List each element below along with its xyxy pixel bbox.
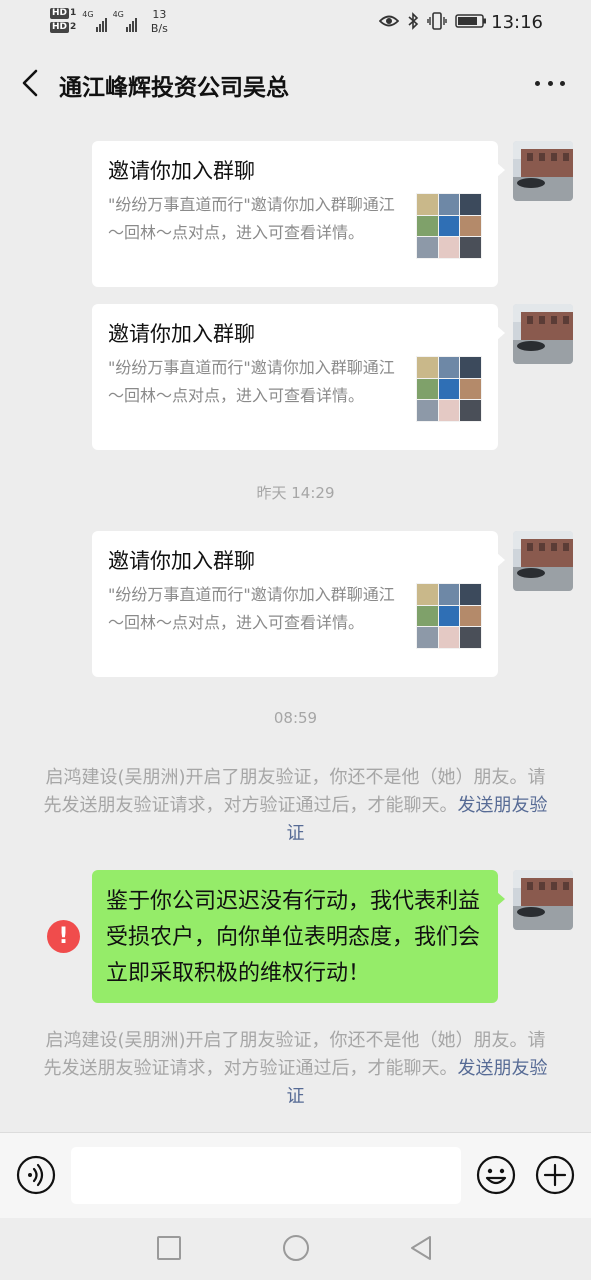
card-title: 邀请你加入群聊	[108, 322, 255, 346]
message-timestamp: 08:59	[273, 709, 318, 727]
avatar-image	[513, 531, 573, 591]
plus-icon	[535, 1155, 575, 1195]
avatar-image	[513, 304, 573, 364]
group-invite-card[interactable]: 邀请你加入群聊 "纷纷万事直道而行"邀请你加入群聊通江～回林～点对点，进入可查看…	[92, 531, 505, 677]
status-left: HD 1 HD 2 4G 4G 13 B/s	[50, 8, 168, 36]
triangle-back-icon	[411, 1236, 431, 1260]
group-invite-card[interactable]: 邀请你加入群聊 "纷纷万事直道而行"邀请你加入群聊通江～回林～点对点，进入可查看…	[92, 141, 505, 287]
avatar[interactable]	[513, 870, 573, 930]
status-bar: HD 1 HD 2 4G 4G 13 B/s 13:16	[0, 0, 591, 48]
emoji-icon	[476, 1155, 516, 1195]
signal-icon-2: 4G	[113, 10, 137, 32]
hd-indicator-2: HD 2	[50, 22, 77, 33]
voice-icon	[16, 1155, 56, 1195]
hd-indicators: HD 1 HD 2	[50, 8, 76, 33]
status-icons	[379, 12, 487, 30]
eye-icon	[379, 15, 399, 27]
network-type-1: 4G	[82, 10, 94, 19]
more-button[interactable]	[535, 78, 565, 88]
avatar-image	[513, 870, 573, 930]
message-input[interactable]	[71, 1147, 461, 1204]
avatar[interactable]	[513, 141, 573, 201]
chat-title: 通江峰辉投资公司吴总	[59, 75, 289, 101]
back-button[interactable]	[14, 66, 48, 100]
home-button[interactable]	[283, 1235, 309, 1261]
chevron-left-icon	[22, 69, 38, 97]
avatar[interactable]	[513, 304, 573, 364]
speed-value: 13	[152, 8, 167, 21]
group-avatar-thumbnail	[416, 356, 482, 422]
avatar-image	[513, 141, 573, 201]
group-avatar-thumbnail	[416, 583, 482, 649]
card-description: "纷纷万事直道而行"邀请你加入群聊通江～回林～点对点，进入可查看详情。	[108, 358, 395, 405]
group-avatar-thumbnail	[416, 193, 482, 259]
system-message: 启鸿建设(吴朋洲)开启了朋友验证，你还不是他（她）朋友。请先发送朋友验证请求，对…	[40, 764, 551, 848]
chat-header: 通江峰辉投资公司吴总	[0, 48, 591, 118]
error-icon[interactable]: !	[47, 920, 80, 953]
battery-icon	[455, 14, 486, 28]
more-dots-icon	[535, 80, 565, 86]
avatar[interactable]	[513, 531, 573, 591]
card-title: 邀请你加入群聊	[108, 159, 255, 183]
message-timestamp: 昨天 14:29	[256, 484, 335, 502]
vibrate-icon	[427, 12, 447, 30]
recent-apps-button[interactable]	[157, 1236, 181, 1260]
system-message: 启鸿建设(吴朋洲)开启了朋友验证，你还不是他（她）朋友。请先发送朋友验证请求，对…	[40, 1027, 551, 1111]
network-type-2: 4G	[112, 10, 124, 19]
card-description: "纷纷万事直道而行"邀请你加入群聊通江～回林～点对点，进入可查看详情。	[108, 585, 395, 632]
system-navigation-bar	[0, 1218, 591, 1280]
speed-unit: B/s	[150, 22, 168, 35]
message-text: 鉴于你公司迟迟没有行动，我代表利益受损农户，向你单位表明态度，我们会立即采取积极…	[106, 889, 481, 986]
emoji-button[interactable]	[476, 1155, 516, 1195]
bluetooth-icon	[408, 12, 419, 30]
card-title: 邀请你加入群聊	[108, 549, 255, 573]
card-description: "纷纷万事直道而行"邀请你加入群聊通江～回林～点对点，进入可查看详情。	[108, 195, 395, 242]
signal-icon-1: 4G	[82, 10, 107, 32]
plus-button[interactable]	[535, 1155, 575, 1195]
input-bar	[0, 1132, 591, 1218]
network-speed: 13 B/s	[151, 8, 168, 36]
hd-indicator-1: HD 1	[50, 8, 77, 19]
sent-message-bubble[interactable]: 鉴于你公司迟迟没有行动，我代表利益受损农户，向你单位表明态度，我们会立即采取积极…	[92, 870, 505, 1003]
voice-button[interactable]	[16, 1155, 56, 1195]
system-back-button[interactable]	[408, 1234, 434, 1262]
status-time: 13:16	[491, 12, 543, 33]
group-invite-card[interactable]: 邀请你加入群聊 "纷纷万事直道而行"邀请你加入群聊通江～回林～点对点，进入可查看…	[92, 304, 505, 450]
